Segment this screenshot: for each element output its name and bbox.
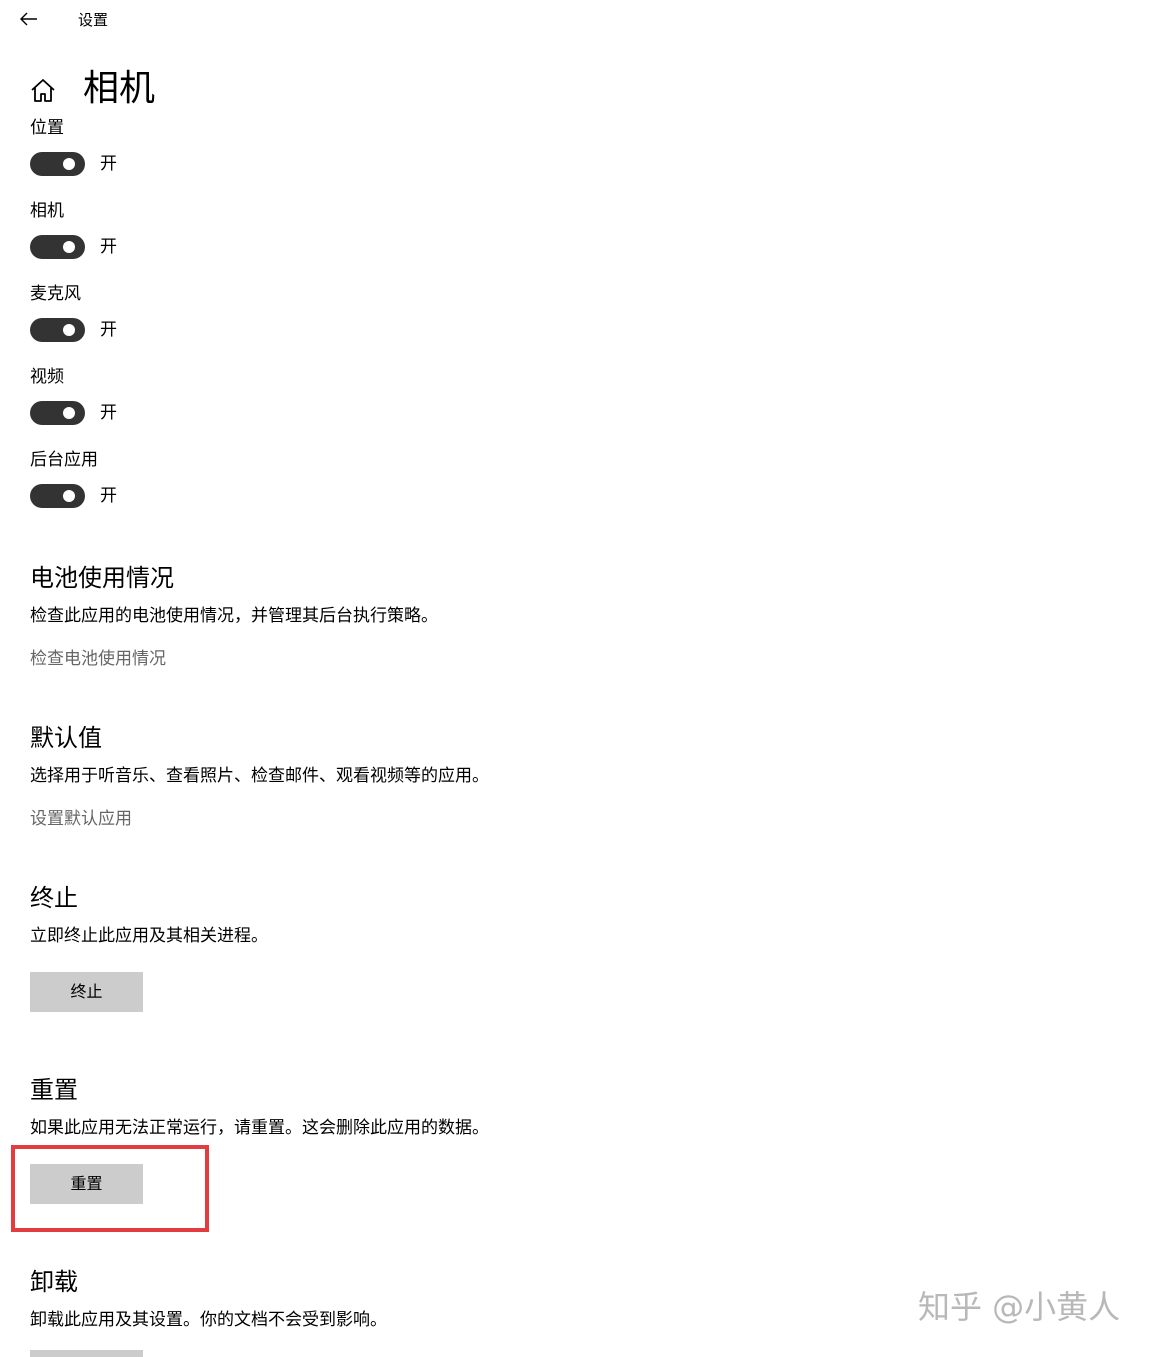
uninstall-section-desc: 卸载此应用及其设置。你的文档不会受到影响。 — [30, 1310, 387, 1330]
location-label: 位置 — [30, 118, 64, 138]
background-apps-label: 后台应用 — [30, 450, 98, 470]
check-battery-link[interactable]: 检查电池使用情况 — [30, 648, 166, 670]
back-button[interactable] — [14, 6, 46, 34]
camera-toggle-state: 开 — [100, 237, 117, 257]
microphone-toggle[interactable] — [30, 318, 85, 342]
terminate-section-title: 终止 — [30, 884, 78, 912]
camera-toggle[interactable] — [30, 235, 85, 259]
defaults-section-desc: 选择用于听音乐、查看照片、检查邮件、观看视频等的应用。 — [30, 766, 489, 786]
location-toggle-state: 开 — [100, 154, 117, 174]
video-toggle-state: 开 — [100, 403, 117, 423]
set-default-apps-link[interactable]: 设置默认应用 — [30, 808, 132, 830]
uninstall-button[interactable] — [30, 1350, 143, 1357]
toggle-knob — [63, 407, 75, 419]
background-apps-toggle[interactable] — [30, 484, 85, 508]
back-arrow-icon — [20, 12, 37, 26]
location-toggle[interactable] — [30, 152, 85, 176]
toggle-knob — [63, 324, 75, 336]
reset-button[interactable]: 重置 — [30, 1164, 143, 1204]
toggle-knob — [63, 241, 75, 253]
background-apps-toggle-state: 开 — [100, 486, 117, 506]
toggle-knob — [63, 490, 75, 502]
settings-page: 设置 相机 位置 开 相机 开 麦克风 开 视频 开 后台应用 开 电池使用情况… — [0, 0, 1165, 1357]
page-title: 相机 — [83, 68, 156, 109]
window-title: 设置 — [78, 11, 109, 29]
toggle-knob — [63, 158, 75, 170]
microphone-label: 麦克风 — [30, 284, 81, 304]
terminate-button[interactable]: 终止 — [30, 972, 143, 1012]
reset-section-title: 重置 — [30, 1076, 78, 1104]
reset-section-desc: 如果此应用无法正常运行，请重置。这会删除此应用的数据。 — [30, 1118, 489, 1138]
video-toggle[interactable] — [30, 401, 85, 425]
home-icon[interactable] — [30, 78, 58, 106]
uninstall-section-title: 卸载 — [30, 1268, 78, 1296]
battery-section-title: 电池使用情况 — [30, 564, 174, 592]
watermark: 知乎 @小黄人 — [918, 1288, 1121, 1326]
defaults-section-title: 默认值 — [30, 724, 102, 752]
terminate-section-desc: 立即终止此应用及其相关进程。 — [30, 926, 268, 946]
battery-section-desc: 检查此应用的电池使用情况，并管理其后台执行策略。 — [30, 606, 438, 626]
camera-label: 相机 — [30, 201, 64, 221]
video-label: 视频 — [30, 367, 64, 387]
microphone-toggle-state: 开 — [100, 320, 117, 340]
